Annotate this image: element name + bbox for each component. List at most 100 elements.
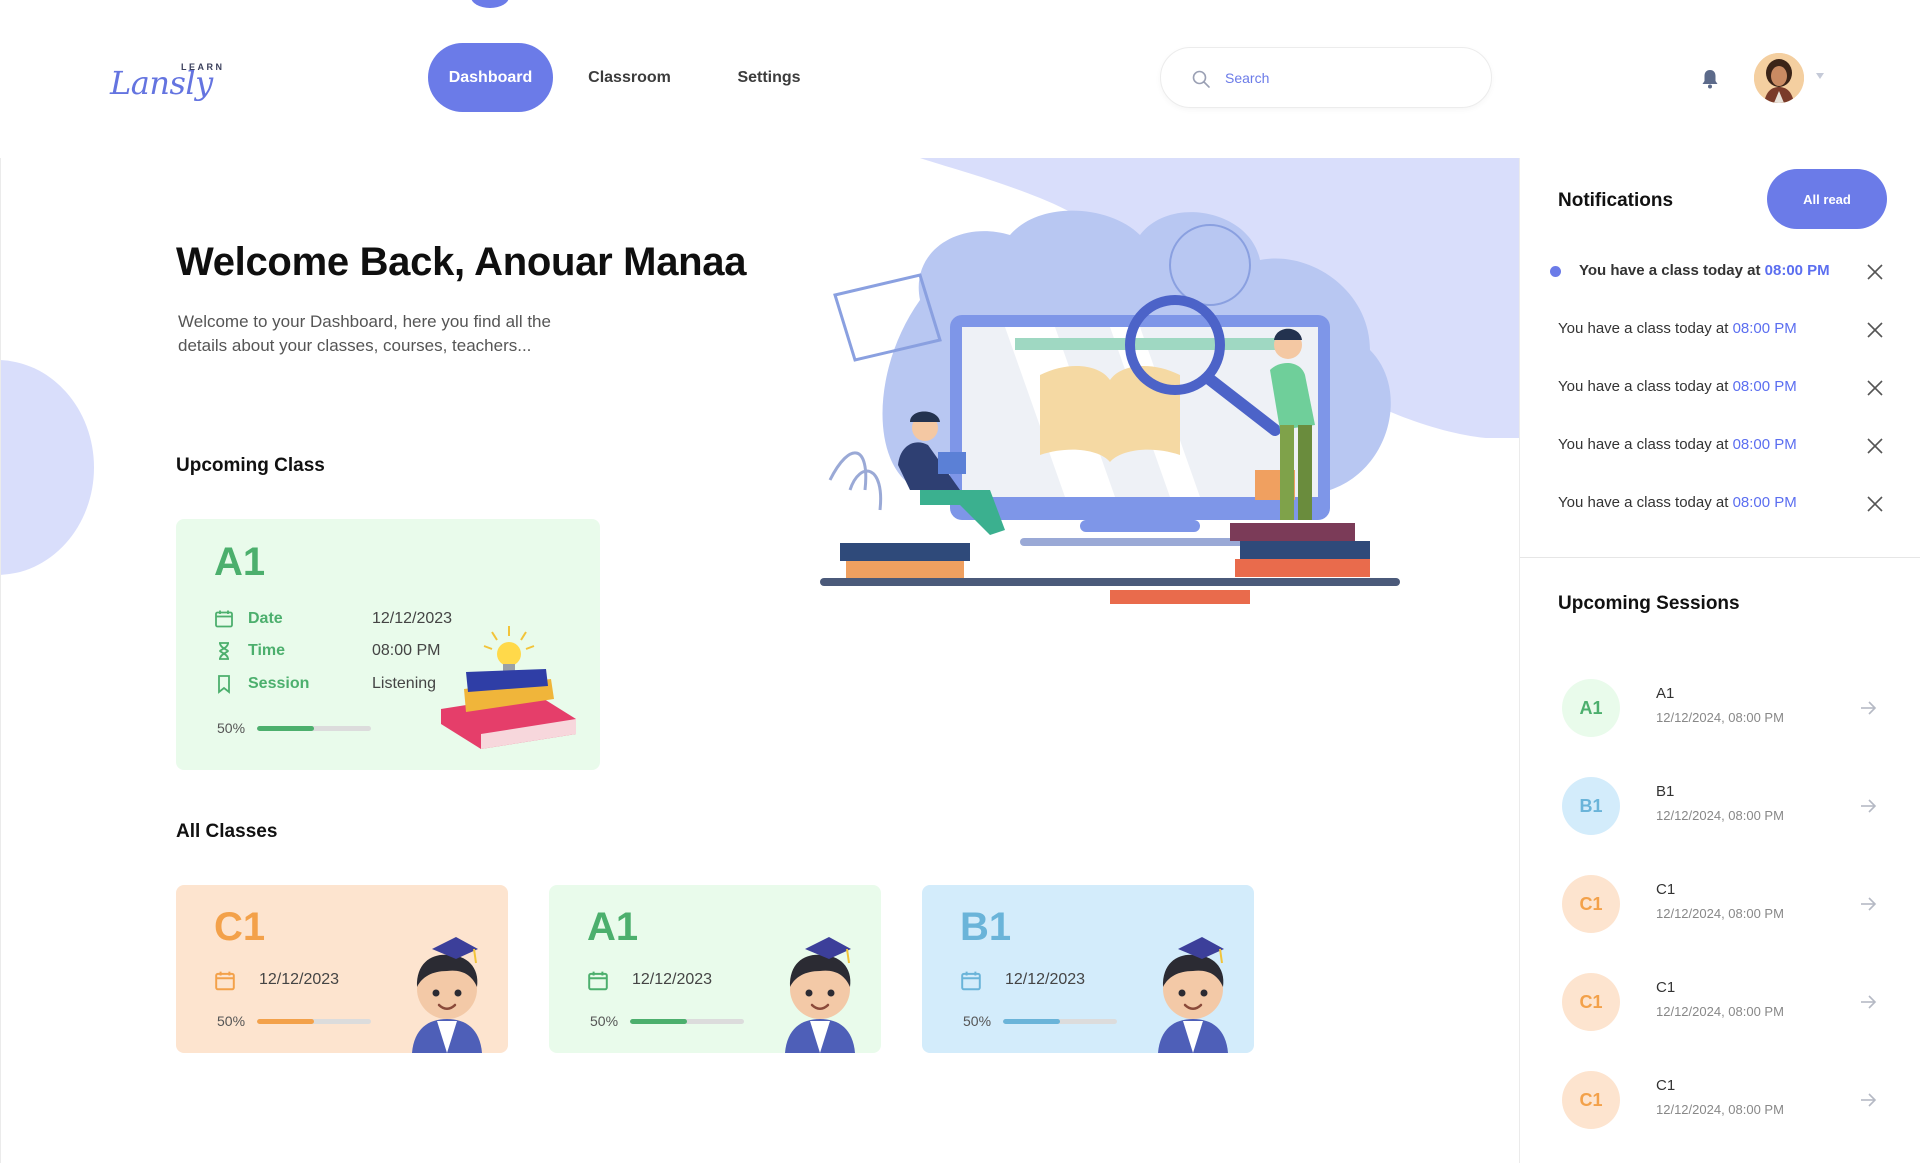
session-date: 12/12/2024, 08:00 PM: [1656, 808, 1784, 823]
nav-classroom[interactable]: Classroom: [572, 43, 687, 112]
session-name: B1: [1656, 783, 1675, 800]
notification-message: You have a class today at: [1579, 262, 1765, 279]
nav-dashboard[interactable]: Dashboard: [428, 43, 553, 112]
nav-settings[interactable]: Settings: [714, 43, 824, 112]
close-icon[interactable]: [1865, 436, 1885, 456]
arrow-right-icon[interactable]: [1858, 894, 1878, 914]
notification-time: 08:00 PM: [1732, 436, 1797, 453]
right-panel: Notifications All read You have a class …: [1519, 158, 1920, 1163]
class-progress: 50%: [963, 1013, 1117, 1029]
upcoming-class-heading: Upcoming Class: [176, 455, 325, 476]
upcoming-class-card[interactable]: A1 Date 12/12/2023 Time 08:00 PM Session…: [176, 519, 600, 770]
session-item[interactable]: C1 C1 12/12/2024, 08:00 PM: [1520, 963, 1920, 1043]
all-read-button[interactable]: All read: [1767, 169, 1887, 229]
upcoming-progress: 50%: [217, 720, 371, 736]
close-icon[interactable]: [1865, 262, 1885, 282]
progress-fill: [257, 1018, 314, 1024]
panel-divider: [1520, 557, 1920, 558]
notifications-title: Notifications: [1558, 190, 1674, 211]
hourglass-icon: [219, 642, 229, 660]
notification-message: You have a class today at: [1558, 378, 1733, 395]
class-card[interactable]: A1 12/12/2023 50%: [549, 885, 881, 1053]
session-name: C1: [1656, 881, 1676, 898]
notification-item[interactable]: You have a class today at 08:00 PM: [1520, 252, 1920, 292]
notification-text: You have a class today at 08:00 PM: [1558, 320, 1797, 337]
student-avatar-illustration: [1158, 937, 1228, 1053]
notification-text: You have a class today at 08:00 PM: [1558, 378, 1797, 395]
search-input[interactable]: [1225, 62, 1465, 94]
notification-message: You have a class today at: [1558, 320, 1733, 337]
progress-track: [630, 1018, 744, 1024]
progress-fill: [1003, 1018, 1060, 1024]
session-badge: A1: [1562, 679, 1620, 737]
chevron-down-icon[interactable]: [1813, 70, 1827, 82]
session-date: 12/12/2024, 08:00 PM: [1656, 710, 1784, 725]
hero-illustration: [820, 210, 1400, 604]
bookmark-icon: [218, 675, 230, 694]
close-icon[interactable]: [1865, 378, 1885, 398]
notification-time: 08:00 PM: [1732, 320, 1797, 337]
class-level: A1: [587, 905, 639, 949]
close-icon[interactable]: [1865, 320, 1885, 340]
time-label: Time: [248, 642, 286, 659]
all-classes-heading: All Classes: [176, 821, 278, 842]
progress-text: 50%: [963, 1013, 992, 1029]
session-label: Session: [248, 675, 310, 692]
notification-time: 08:00 PM: [1732, 378, 1797, 395]
session-item[interactable]: A1 A1 12/12/2024, 08:00 PM: [1520, 669, 1920, 749]
search-bar[interactable]: [1160, 47, 1492, 108]
close-icon[interactable]: [1865, 494, 1885, 514]
notification-time: 08:00 PM: [1732, 494, 1797, 511]
bell-icon[interactable]: [1700, 68, 1720, 90]
unread-dot: [1550, 266, 1561, 277]
session-date: 12/12/2024, 08:00 PM: [1656, 906, 1784, 921]
class-level: C1: [214, 905, 266, 949]
class-level: B1: [960, 905, 1012, 949]
session-badge: C1: [1562, 875, 1620, 933]
session-date: 12/12/2024, 08:00 PM: [1656, 1004, 1784, 1019]
arrow-right-icon[interactable]: [1858, 796, 1878, 816]
progress-track: [257, 725, 371, 731]
notification-text: You have a class today at 08:00 PM: [1558, 494, 1797, 511]
class-progress: 50%: [217, 1013, 371, 1029]
notification-item[interactable]: You have a class today at 08:00 PM: [1520, 426, 1920, 466]
progress-text: 50%: [217, 720, 246, 736]
student-avatar-illustration: [412, 937, 482, 1053]
time-value: 08:00 PM: [372, 642, 441, 659]
page-title: Welcome Back, Anouar Manaa: [176, 240, 747, 284]
session-name: A1: [1656, 685, 1675, 702]
progress-fill: [630, 1018, 687, 1024]
upcoming-class-level: A1: [214, 540, 266, 584]
avatar[interactable]: [1754, 53, 1804, 103]
search-icon: [1192, 70, 1210, 88]
student-avatar-illustration: [785, 937, 855, 1053]
calendar-icon: [215, 610, 233, 628]
session-item[interactable]: C1 C1 12/12/2024, 08:00 PM: [1520, 1061, 1920, 1141]
session-item[interactable]: B1 B1 12/12/2024, 08:00 PM: [1520, 767, 1920, 847]
class-date: 12/12/2023: [1005, 971, 1086, 988]
session-item[interactable]: C1 C1 12/12/2024, 08:00 PM: [1520, 865, 1920, 945]
session-value: Listening: [372, 675, 437, 692]
arrow-right-icon[interactable]: [1858, 698, 1878, 718]
session-name: C1: [1656, 979, 1676, 996]
top-header: Lansly LEARN Dashboard Classroom Setting…: [0, 0, 1920, 158]
session-badge: C1: [1562, 1071, 1620, 1129]
session-name: C1: [1656, 1077, 1676, 1094]
notification-item[interactable]: You have a class today at 08:00 PM: [1520, 484, 1920, 524]
notification-item[interactable]: You have a class today at 08:00 PM: [1520, 310, 1920, 350]
notification-item[interactable]: You have a class today at 08:00 PM: [1520, 368, 1920, 408]
progress-text: 50%: [590, 1013, 619, 1029]
arrow-right-icon[interactable]: [1858, 992, 1878, 1012]
avatar-image: [1754, 53, 1804, 103]
progress-text: 50%: [217, 1013, 246, 1029]
class-card[interactable]: B1 12/12/2023 50%: [922, 885, 1254, 1053]
class-card[interactable]: C1 12/12/2023 50%: [176, 885, 508, 1053]
decorative-dot: [471, 0, 509, 8]
arrow-right-icon[interactable]: [1858, 1090, 1878, 1110]
session-badge: B1: [1562, 777, 1620, 835]
progress-track: [257, 1018, 371, 1024]
notification-text: You have a class today at 08:00 PM: [1579, 262, 1830, 279]
logo[interactable]: Lansly LEARN: [108, 56, 228, 106]
books-lightbulb-illustration: [441, 626, 576, 749]
session-date: 12/12/2024, 08:00 PM: [1656, 1102, 1784, 1117]
